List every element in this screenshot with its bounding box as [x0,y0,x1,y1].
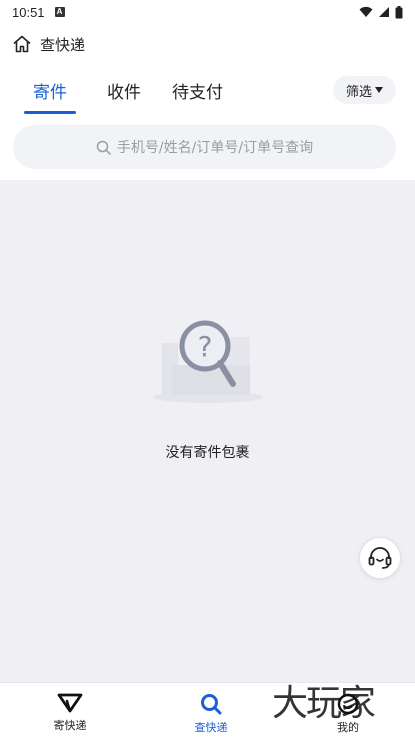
search-icon [201,694,222,715]
main-content: ? 没有寄件包裹 [0,180,415,682]
search-placeholder: 手机号/姓名/订单号/订单号查询 [116,140,314,156]
tab-receive[interactable]: 收件 [107,78,141,103]
status-icons [359,5,403,19]
search-icon [96,140,111,155]
empty-magnifier-icon: ? [153,320,263,403]
home-icon[interactable] [12,34,32,54]
watermark-logo: 大玩家 [272,683,376,724]
caret-down-icon [375,87,383,93]
search-input[interactable]: 手机号/姓名/订单号/订单号查询 [13,125,396,169]
tab-unpaid[interactable]: 待支付 [172,78,223,103]
tab-bar: 寄件 收件 待支付 筛选 [0,70,415,114]
signal-icon [379,7,389,17]
send-icon [57,693,83,713]
tab-send[interactable]: 寄件 [33,78,67,103]
page-title: 查快递 [40,35,86,54]
battery-icon [395,5,403,18]
empty-message: 没有寄件包裹 [165,445,250,461]
headset-icon [368,547,392,569]
tabbar-send[interactable]: 寄快递 [30,683,110,737]
customer-service-button[interactable] [359,537,401,579]
status-indicator: A [54,7,65,17]
filter-button[interactable]: 筛选 [333,76,396,104]
tabbar-track-label: 查快递 [194,721,228,734]
status-time: 10:51 [12,4,45,20]
tabbar-track[interactable]: 查快递 [171,683,251,737]
status-bar: 10:51 A [0,0,415,24]
active-tab-indicator [24,111,76,114]
filter-label: 筛选 [345,84,372,100]
app-header: 查快递 [0,28,415,60]
tabbar-send-label: 寄快递 [53,719,87,732]
wifi-icon [359,6,373,17]
svg-text:?: ? [198,330,213,363]
